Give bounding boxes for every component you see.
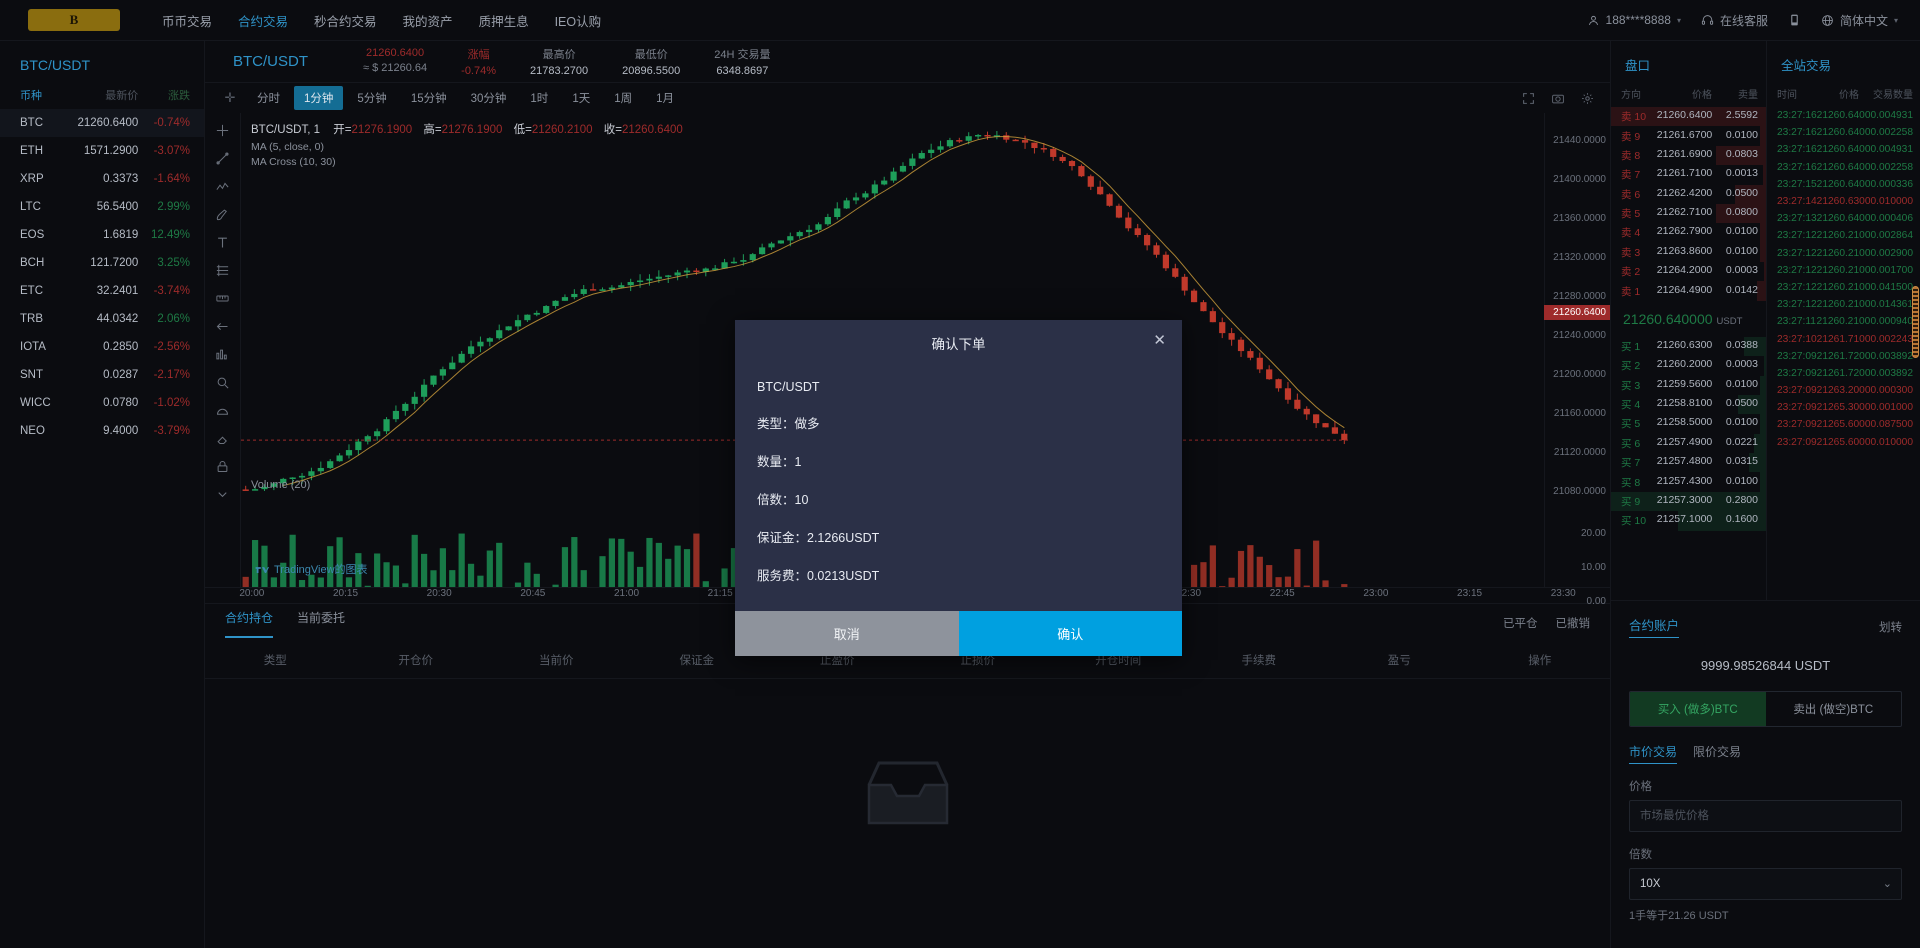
modal-row: 数量：1 <box>757 454 802 469</box>
modal-body: BTC/USDT 类型：做多数量：1 倍数：10 保证金：2.1266USDT 服务费：… <box>735 366 1182 611</box>
modal-row: 保证金：2.1266USDT <box>757 530 880 545</box>
modal-footer: 取消 确认 <box>735 611 1182 656</box>
modal-row: 类型：做多 <box>757 416 820 431</box>
close-icon[interactable]: ✕ <box>1153 333 1166 348</box>
confirm-button[interactable]: 确认 <box>958 611 1182 656</box>
confirm-order-dialog: 确认下单 ✕ BTC/USDT 类型：做多数量：1 倍数：10 保证金：2.1266U… <box>735 320 1182 656</box>
modal-overlay: 确认下单 ✕ BTC/USDT 类型：做多数量：1 倍数：10 保证金：2.1266U… <box>0 0 1920 948</box>
modal-row: BTC/USDT <box>757 379 820 394</box>
modal-title: 确认下单 <box>931 337 986 352</box>
modal-row: 服务费：0.0213USDT <box>757 568 880 583</box>
modal-header: 确认下单 ✕ <box>735 320 1182 366</box>
modal-row: 倍数：10 <box>757 492 809 507</box>
cancel-button[interactable]: 取消 <box>735 611 959 656</box>
trading-app: B 币币交易 合约交易 秒合约交易 我的资产 质押生息 IEO认购 188****8888… <box>0 0 1920 948</box>
